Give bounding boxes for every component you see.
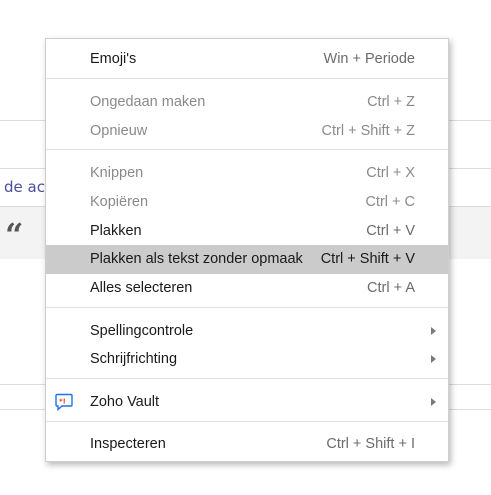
menu-item-label: Zoho Vault bbox=[90, 394, 160, 410]
svg-text:*!: *! bbox=[59, 398, 66, 406]
menu-item-redo[interactable]: Opnieuw Ctrl + Shift + Z bbox=[46, 117, 448, 146]
menu-item-shortcut: Ctrl + Shift + V bbox=[320, 251, 415, 267]
menu-item-undo[interactable]: Ongedaan maken Ctrl + Z bbox=[46, 88, 448, 117]
submenu-arrow-icon bbox=[431, 327, 436, 335]
page-link-text[interactable]: de ac bbox=[4, 178, 45, 196]
menu-item-label: Alles selecteren bbox=[90, 280, 193, 296]
menu-item-label: Emoji's bbox=[90, 51, 137, 67]
menu-item-label: Inspecteren bbox=[90, 436, 166, 452]
menu-item-inspect[interactable]: Inspecteren Ctrl + Shift + I bbox=[46, 430, 448, 459]
menu-item-label: Knippen bbox=[90, 165, 144, 181]
zoho-vault-icon: *! bbox=[55, 393, 73, 412]
menu-item-label: Schrijfrichting bbox=[90, 351, 178, 367]
menu-item-label: Ongedaan maken bbox=[90, 94, 206, 110]
menu-item-cut[interactable]: Knippen Ctrl + X bbox=[46, 159, 448, 188]
menu-item-paste-plain-text[interactable]: Plakken als tekst zonder opmaak Ctrl + S… bbox=[46, 245, 448, 274]
menu-item-label: Kopiëren bbox=[90, 194, 149, 210]
submenu-arrow-icon bbox=[431, 398, 436, 406]
menu-separator bbox=[46, 78, 448, 79]
menu-separator bbox=[46, 307, 448, 308]
menu-item-spellcheck[interactable]: Spellingcontrole bbox=[46, 317, 448, 346]
quote-icon[interactable]: “ bbox=[5, 216, 23, 254]
menu-item-label: Spellingcontrole bbox=[90, 323, 194, 339]
menu-separator bbox=[46, 149, 448, 150]
menu-item-shortcut: Ctrl + X bbox=[366, 165, 415, 181]
menu-item-label: Plakken bbox=[90, 223, 142, 239]
menu-item-emoji[interactable]: Emoji's Win + Periode bbox=[46, 45, 448, 74]
menu-item-shortcut: Ctrl + Z bbox=[367, 94, 415, 110]
menu-item-label: Plakken als tekst zonder opmaak bbox=[90, 251, 303, 267]
menu-item-zoho-vault[interactable]: *! Zoho Vault bbox=[46, 388, 448, 417]
menu-item-shortcut: Ctrl + V bbox=[366, 223, 415, 239]
context-menu: Emoji's Win + Periode Ongedaan maken Ctr… bbox=[45, 38, 449, 462]
menu-item-shortcut: Ctrl + C bbox=[365, 194, 415, 210]
menu-item-select-all[interactable]: Alles selecteren Ctrl + A bbox=[46, 274, 448, 303]
menu-item-shortcut: Ctrl + Shift + Z bbox=[321, 123, 415, 139]
menu-separator bbox=[46, 421, 448, 422]
menu-item-shortcut: Ctrl + A bbox=[367, 280, 415, 296]
menu-item-copy[interactable]: Kopiëren Ctrl + C bbox=[46, 188, 448, 217]
menu-item-shortcut: Win + Periode bbox=[323, 51, 415, 67]
menu-item-label: Opnieuw bbox=[90, 123, 148, 139]
submenu-arrow-icon bbox=[431, 355, 436, 363]
menu-item-paste[interactable]: Plakken Ctrl + V bbox=[46, 217, 448, 246]
menu-separator bbox=[46, 378, 448, 379]
menu-item-writing-direction[interactable]: Schrijfrichting bbox=[46, 345, 448, 374]
menu-item-shortcut: Ctrl + Shift + I bbox=[326, 436, 415, 452]
